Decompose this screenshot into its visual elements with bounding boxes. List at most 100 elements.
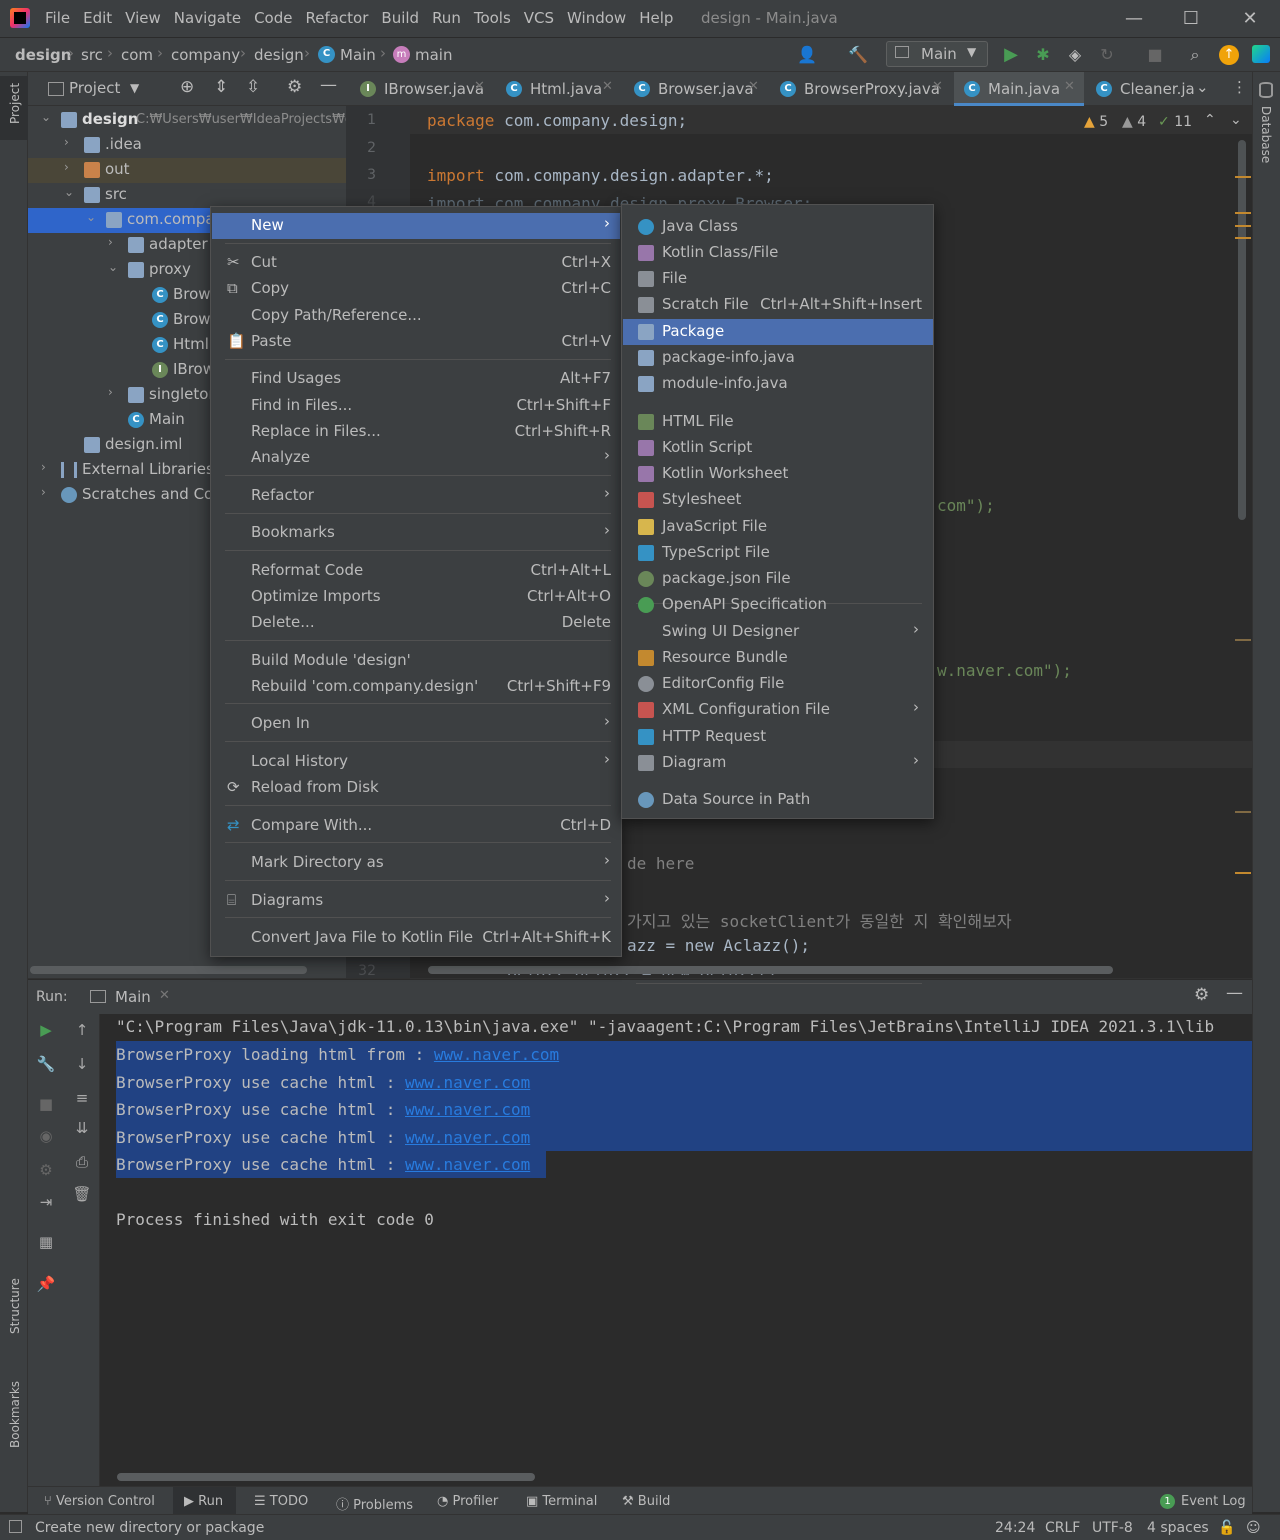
chevron-down-icon[interactable]: ⌄: [108, 260, 118, 274]
menu-help[interactable]: Help: [639, 9, 673, 27]
new-menu-item[interactable]: module-info.java: [623, 371, 933, 397]
breadcrumb-com[interactable]: com: [121, 46, 153, 64]
rerun-icon[interactable]: ▶: [36, 1020, 56, 1040]
indent-setting[interactable]: 4 spaces: [1147, 1520, 1209, 1536]
soft-wrap-icon[interactable]: ≡: [72, 1088, 92, 1108]
menu-build[interactable]: Build: [381, 9, 419, 27]
bookmarks-tool-label[interactable]: Bookmarks: [8, 1381, 22, 1448]
editor-scrollbar[interactable]: [428, 966, 1113, 974]
profiler-tool[interactable]: ◔ Profiler: [437, 1494, 498, 1509]
context-menu-item[interactable]: Find in Files... Ctrl+Shift+F: [212, 393, 620, 419]
problems-tool[interactable]: ⓘ Problems: [336, 1494, 413, 1513]
collapse-all-icon[interactable]: ⇳: [246, 77, 260, 97]
terminal-tool[interactable]: ▣ Terminal: [526, 1494, 597, 1509]
search-icon[interactable]: ⌕: [1185, 45, 1205, 65]
chevron-right-icon[interactable]: ›: [108, 235, 113, 249]
stop-icon[interactable]: ■: [1145, 45, 1165, 65]
warning-marker[interactable]: [1235, 872, 1251, 874]
database-tool-label[interactable]: Database: [1259, 106, 1273, 163]
wrench-icon[interactable]: 🔧: [36, 1054, 56, 1074]
scroll-to-end-icon[interactable]: ⇊: [72, 1118, 92, 1138]
new-menu-item[interactable]: Kotlin Class/File: [623, 240, 933, 266]
pin-icon[interactable]: 📌: [36, 1274, 56, 1294]
context-menu-item[interactable]: 📋 Paste Ctrl+V: [212, 329, 620, 355]
context-menu-item[interactable]: ⟳ Reload from Disk: [212, 775, 620, 801]
minimize-icon[interactable]: —: [1120, 5, 1148, 33]
menu-run[interactable]: Run: [432, 9, 461, 27]
arrow-up-icon[interactable]: ↑: [72, 1020, 92, 1040]
tree-item[interactable]: ⌄ src: [28, 183, 346, 208]
chevron-up-icon[interactable]: ⌃: [1204, 112, 1216, 128]
context-menu-item[interactable]: Reformat Code Ctrl+Alt+L: [212, 558, 620, 584]
chevron-down-icon[interactable]: ▼: [130, 81, 139, 95]
close-tab-icon[interactable]: ✕: [474, 79, 485, 94]
new-menu-item[interactable]: TypeScript File: [623, 540, 933, 566]
warning-marker[interactable]: [1235, 176, 1251, 178]
project-panel-title[interactable]: Project: [69, 79, 120, 97]
editor-tab[interactable]: C Main.java ✕: [954, 72, 1084, 106]
context-menu-item[interactable]: New ›: [212, 213, 620, 239]
context-menu-item[interactable]: ✂ Cut Ctrl+X: [212, 250, 620, 276]
output-link[interactable]: www.naver.com: [405, 1100, 530, 1119]
run-icon[interactable]: ▶: [1001, 45, 1021, 65]
chevron-down-icon[interactable]: ⌄: [86, 210, 96, 224]
coverage-icon[interactable]: ◈: [1065, 45, 1085, 65]
close-tab-icon[interactable]: ✕: [748, 79, 759, 94]
run-config-select[interactable]: Main ▼: [886, 41, 988, 67]
context-menu-item[interactable]: Rebuild 'com.company.design' Ctrl+Shift+F…: [212, 674, 620, 700]
more-icon[interactable]: ⋮: [1232, 78, 1247, 96]
menu-edit[interactable]: Edit: [83, 9, 112, 27]
profile-icon[interactable]: ↻: [1097, 45, 1117, 65]
editor-tab[interactable]: I IBrowser.java ✕: [350, 72, 494, 106]
new-menu-item[interactable]: Scratch File Ctrl+Alt+Shift+Insert: [623, 292, 933, 318]
chevron-down-icon[interactable]: ⌄: [41, 110, 51, 124]
output-link[interactable]: www.naver.com: [405, 1155, 530, 1174]
context-menu-item[interactable]: Local History ›: [212, 749, 620, 775]
warning-marker[interactable]: [1235, 225, 1251, 227]
new-menu-item[interactable]: Stylesheet: [623, 487, 933, 513]
new-menu-item[interactable]: Swing UI Designer ›: [623, 619, 933, 645]
project-tool-label[interactable]: Project: [8, 83, 22, 124]
menu-refactor[interactable]: Refactor: [305, 9, 368, 27]
event-log-tool[interactable]: Event Log: [1181, 1494, 1246, 1509]
ok-indicator[interactable]: ✓ 11: [1158, 114, 1192, 130]
structure-tool-label[interactable]: Structure: [8, 1278, 22, 1334]
settings-icon[interactable]: ⚙: [36, 1160, 56, 1180]
context-menu-item[interactable]: Analyze ›: [212, 445, 620, 471]
hide-icon[interactable]: —: [1226, 983, 1243, 1003]
weak-warning-marker[interactable]: [1235, 639, 1251, 641]
user-icon[interactable]: 👤: [797, 45, 817, 65]
file-encoding[interactable]: UTF-8: [1092, 1520, 1133, 1536]
new-menu-item[interactable]: package.json File: [623, 566, 933, 592]
inspector-icon[interactable]: ☺: [1246, 1520, 1261, 1536]
version-control-tool[interactable]: ⑂ Version Control: [44, 1494, 155, 1509]
menu-tools[interactable]: Tools: [474, 9, 511, 27]
tree-item[interactable]: › out: [28, 158, 346, 183]
new-menu-item[interactable]: Java Class: [623, 214, 933, 240]
update-icon[interactable]: ↑: [1219, 45, 1239, 65]
arrow-down-icon[interactable]: ↓: [72, 1054, 92, 1074]
toolbox-icon[interactable]: [1252, 45, 1270, 63]
editor-tab[interactable]: C Html.java ✕: [496, 72, 622, 106]
new-menu-item[interactable]: package-info.java: [623, 345, 933, 371]
new-menu-item[interactable]: HTML File: [623, 409, 933, 435]
new-menu-item[interactable]: Data Source in Path: [623, 787, 933, 813]
close-tab-icon[interactable]: ✕: [602, 79, 613, 94]
project-scrollbar[interactable]: [30, 966, 307, 974]
expand-all-icon[interactable]: ⇕: [214, 77, 228, 97]
trash-icon[interactable]: 🗑: [72, 1184, 92, 1204]
breadcrumb-design[interactable]: design: [15, 46, 71, 64]
todo-tool[interactable]: ☰ TODO: [254, 1494, 308, 1509]
menu-file[interactable]: File: [45, 9, 70, 27]
chevron-right-icon[interactable]: ›: [108, 385, 113, 399]
output-link[interactable]: www.naver.com: [434, 1045, 559, 1064]
context-menu-item[interactable]: Replace in Files... Ctrl+Shift+R: [212, 419, 620, 445]
new-menu-item[interactable]: Resource Bundle: [623, 645, 933, 671]
status-toggle-icon[interactable]: [9, 1520, 22, 1533]
context-menu-item[interactable]: Find Usages Alt+F7: [212, 366, 620, 392]
breadcrumb-main-method[interactable]: main: [415, 46, 452, 64]
editor-tab[interactable]: C Cleaner.ja: [1086, 72, 1195, 106]
close-tab-icon[interactable]: ✕: [1064, 79, 1075, 94]
context-menu-item[interactable]: Build Module 'design': [212, 648, 620, 674]
tab-list-icon[interactable]: ⌄: [1196, 78, 1209, 96]
